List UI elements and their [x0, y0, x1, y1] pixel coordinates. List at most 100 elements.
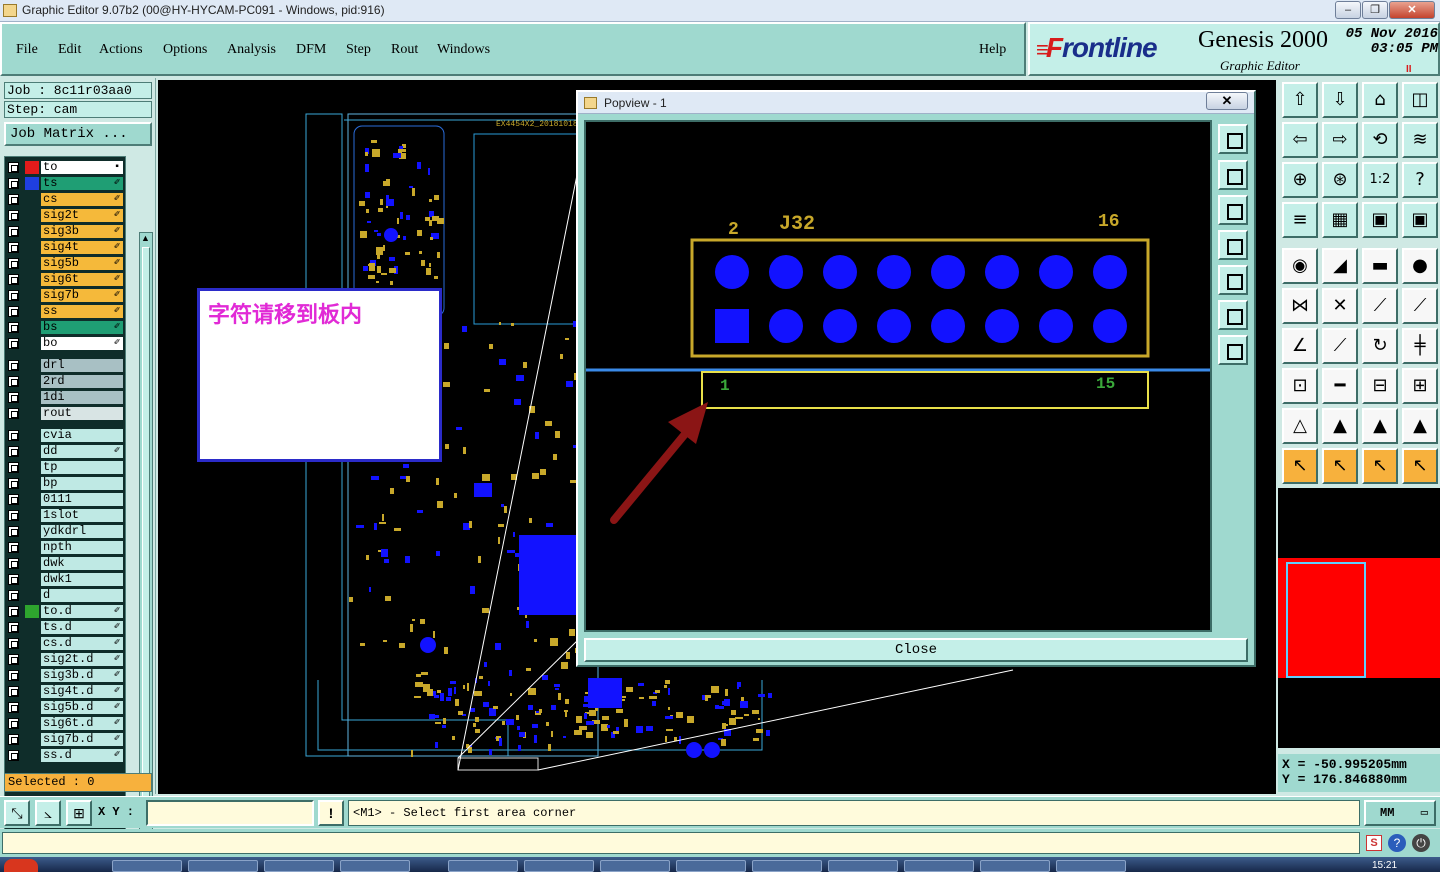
layer-row[interactable]: sig4t.d ✐ [5, 684, 125, 699]
layer-affected-checkbox[interactable] [8, 478, 19, 489]
popview-canvas[interactable]: 2 J32 16 1 15 [584, 120, 1212, 632]
tool-button-icon[interactable]: ? [1402, 162, 1438, 198]
layer-name[interactable]: ts.d ✐ [41, 621, 123, 634]
layer-display-swatch[interactable] [25, 541, 39, 554]
layer-display-swatch[interactable] [25, 637, 39, 650]
close-window-button[interactable]: ✕ [1389, 1, 1435, 19]
layer-name[interactable]: cs.d ✐ [41, 637, 123, 650]
tool-button-icon[interactable]: ⊛ [1322, 162, 1358, 198]
layer-name[interactable]: npth [41, 541, 123, 554]
layer-display-swatch[interactable] [25, 701, 39, 714]
layer-display-swatch[interactable] [25, 337, 39, 350]
layer-affected-checkbox[interactable] [8, 750, 19, 761]
layer-row[interactable]: ss ✐ [5, 304, 125, 319]
layer-display-swatch[interactable] [25, 605, 39, 618]
job-matrix-button[interactable]: Job Matrix ... [4, 122, 152, 146]
tool-button-icon[interactable]: ⟋ [1362, 288, 1398, 324]
popview-zoom-icon[interactable] [1218, 124, 1248, 154]
measure-icon[interactable]: ⦣ [35, 800, 61, 826]
layer-row[interactable]: dwk [5, 556, 125, 571]
layer-name[interactable]: cs ✐ [41, 193, 123, 206]
layer-display-swatch[interactable] [25, 477, 39, 490]
layer-affected-checkbox[interactable] [8, 242, 19, 253]
layer-display-swatch[interactable] [25, 359, 39, 372]
layer-row[interactable]: sig4t ✐ [5, 240, 125, 255]
layer-row[interactable]: dwk1 [5, 572, 125, 587]
layer-display-swatch[interactable] [25, 161, 39, 174]
layer-name[interactable]: dwk [41, 557, 123, 570]
layer-name[interactable]: sig5b ✐ [41, 257, 123, 270]
taskbar-app-1[interactable] [112, 860, 182, 872]
layer-display-swatch[interactable] [25, 669, 39, 682]
taskbar-app-9[interactable] [752, 860, 822, 872]
layer-affected-checkbox[interactable] [8, 542, 19, 553]
layer-affected-checkbox[interactable] [8, 622, 19, 633]
layer-affected-checkbox[interactable] [8, 274, 19, 285]
layer-row[interactable]: 1slot [5, 508, 125, 523]
layer-name[interactable]: ydkdrl [41, 525, 123, 538]
layer-name[interactable]: bp [41, 477, 123, 490]
taskbar-app-10[interactable] [828, 860, 898, 872]
layer-display-swatch[interactable] [25, 273, 39, 286]
tool-button-icon[interactable]: ⇧ [1282, 82, 1318, 118]
layer-affected-checkbox[interactable] [8, 526, 19, 537]
layer-display-swatch[interactable] [25, 391, 39, 404]
layer-row[interactable]: cs ✐ [5, 192, 125, 207]
layer-name[interactable]: ts ✐ [41, 177, 123, 190]
tool-button-icon[interactable]: ▲ [1402, 408, 1438, 444]
layer-affected-checkbox[interactable] [8, 162, 19, 173]
layer-display-swatch[interactable] [25, 209, 39, 222]
tool-button-icon[interactable]: ⇦ [1282, 122, 1318, 158]
layer-row[interactable]: to.d ✐ [5, 604, 125, 619]
snap-grid-icon[interactable]: ⊞ [66, 800, 92, 826]
navigation-map[interactable] [1278, 488, 1440, 748]
layer-name[interactable]: sig6t.d ✐ [41, 717, 123, 730]
menu-options[interactable]: Options [163, 42, 207, 58]
tool-button-icon[interactable]: ⟋ [1402, 288, 1438, 324]
layer-display-swatch[interactable] [25, 733, 39, 746]
layer-affected-checkbox[interactable] [8, 494, 19, 505]
layer-display-swatch[interactable] [25, 321, 39, 334]
popview-pan-right-icon[interactable] [1218, 265, 1248, 295]
layer-affected-checkbox[interactable] [8, 446, 19, 457]
layer-name[interactable]: to.d ✐ [41, 605, 123, 618]
tool-button-icon[interactable]: ◫ [1402, 82, 1438, 118]
xy-input[interactable] [146, 800, 314, 826]
note-box[interactable]: 字符请移到板内 [197, 288, 442, 462]
tool-button-icon[interactable]: ↻ [1362, 328, 1398, 364]
layer-affected-checkbox[interactable] [8, 306, 19, 317]
tool-button-icon[interactable]: ━ [1322, 368, 1358, 404]
layer-row[interactable]: drl [5, 358, 125, 373]
layer-row[interactable]: npth [5, 540, 125, 555]
tool-button-icon[interactable]: ↖ [1362, 448, 1398, 484]
tool-button-icon[interactable]: ◉ [1282, 248, 1318, 284]
layer-name[interactable]: drl [41, 359, 123, 372]
restore-button[interactable]: ❐ [1362, 1, 1388, 19]
layer-affected-checkbox[interactable] [8, 360, 19, 371]
layer-affected-checkbox[interactable] [8, 590, 19, 601]
layer-row[interactable]: bs ✐ [5, 320, 125, 335]
layer-name[interactable]: sig7b ✐ [41, 289, 123, 302]
popview-pan-left-icon[interactable] [1218, 230, 1248, 260]
minimize-button[interactable]: – [1335, 1, 1361, 19]
taskbar-app-4[interactable] [340, 860, 410, 872]
tool-button-icon[interactable]: ▣ [1402, 202, 1438, 238]
layer-affected-checkbox[interactable] [8, 670, 19, 681]
layer-display-swatch[interactable] [25, 375, 39, 388]
scroll-up-icon[interactable]: ▲ [141, 233, 150, 243]
layer-affected-checkbox[interactable] [8, 258, 19, 269]
tool-button-icon[interactable]: ∠ [1282, 328, 1318, 364]
layer-row[interactable]: dd ✐ [5, 444, 125, 459]
zoom-area-icon[interactable]: ⤡ [4, 800, 30, 826]
tool-button-icon[interactable]: ↖ [1322, 448, 1358, 484]
layer-affected-checkbox[interactable] [8, 574, 19, 585]
layer-row[interactable]: sig6t.d ✐ [5, 716, 125, 731]
layer-row[interactable]: sig7b ✐ [5, 288, 125, 303]
layer-scrollbar[interactable]: ▲ ▼ [139, 232, 153, 846]
tool-button-icon[interactable]: ⟋ [1322, 328, 1358, 364]
layer-row[interactable]: sig3b.d ✐ [5, 668, 125, 683]
layer-display-swatch[interactable] [25, 589, 39, 602]
layer-row[interactable]: d [5, 588, 125, 603]
popview-close-button[interactable]: Close [584, 638, 1248, 662]
layer-affected-checkbox[interactable] [8, 376, 19, 387]
